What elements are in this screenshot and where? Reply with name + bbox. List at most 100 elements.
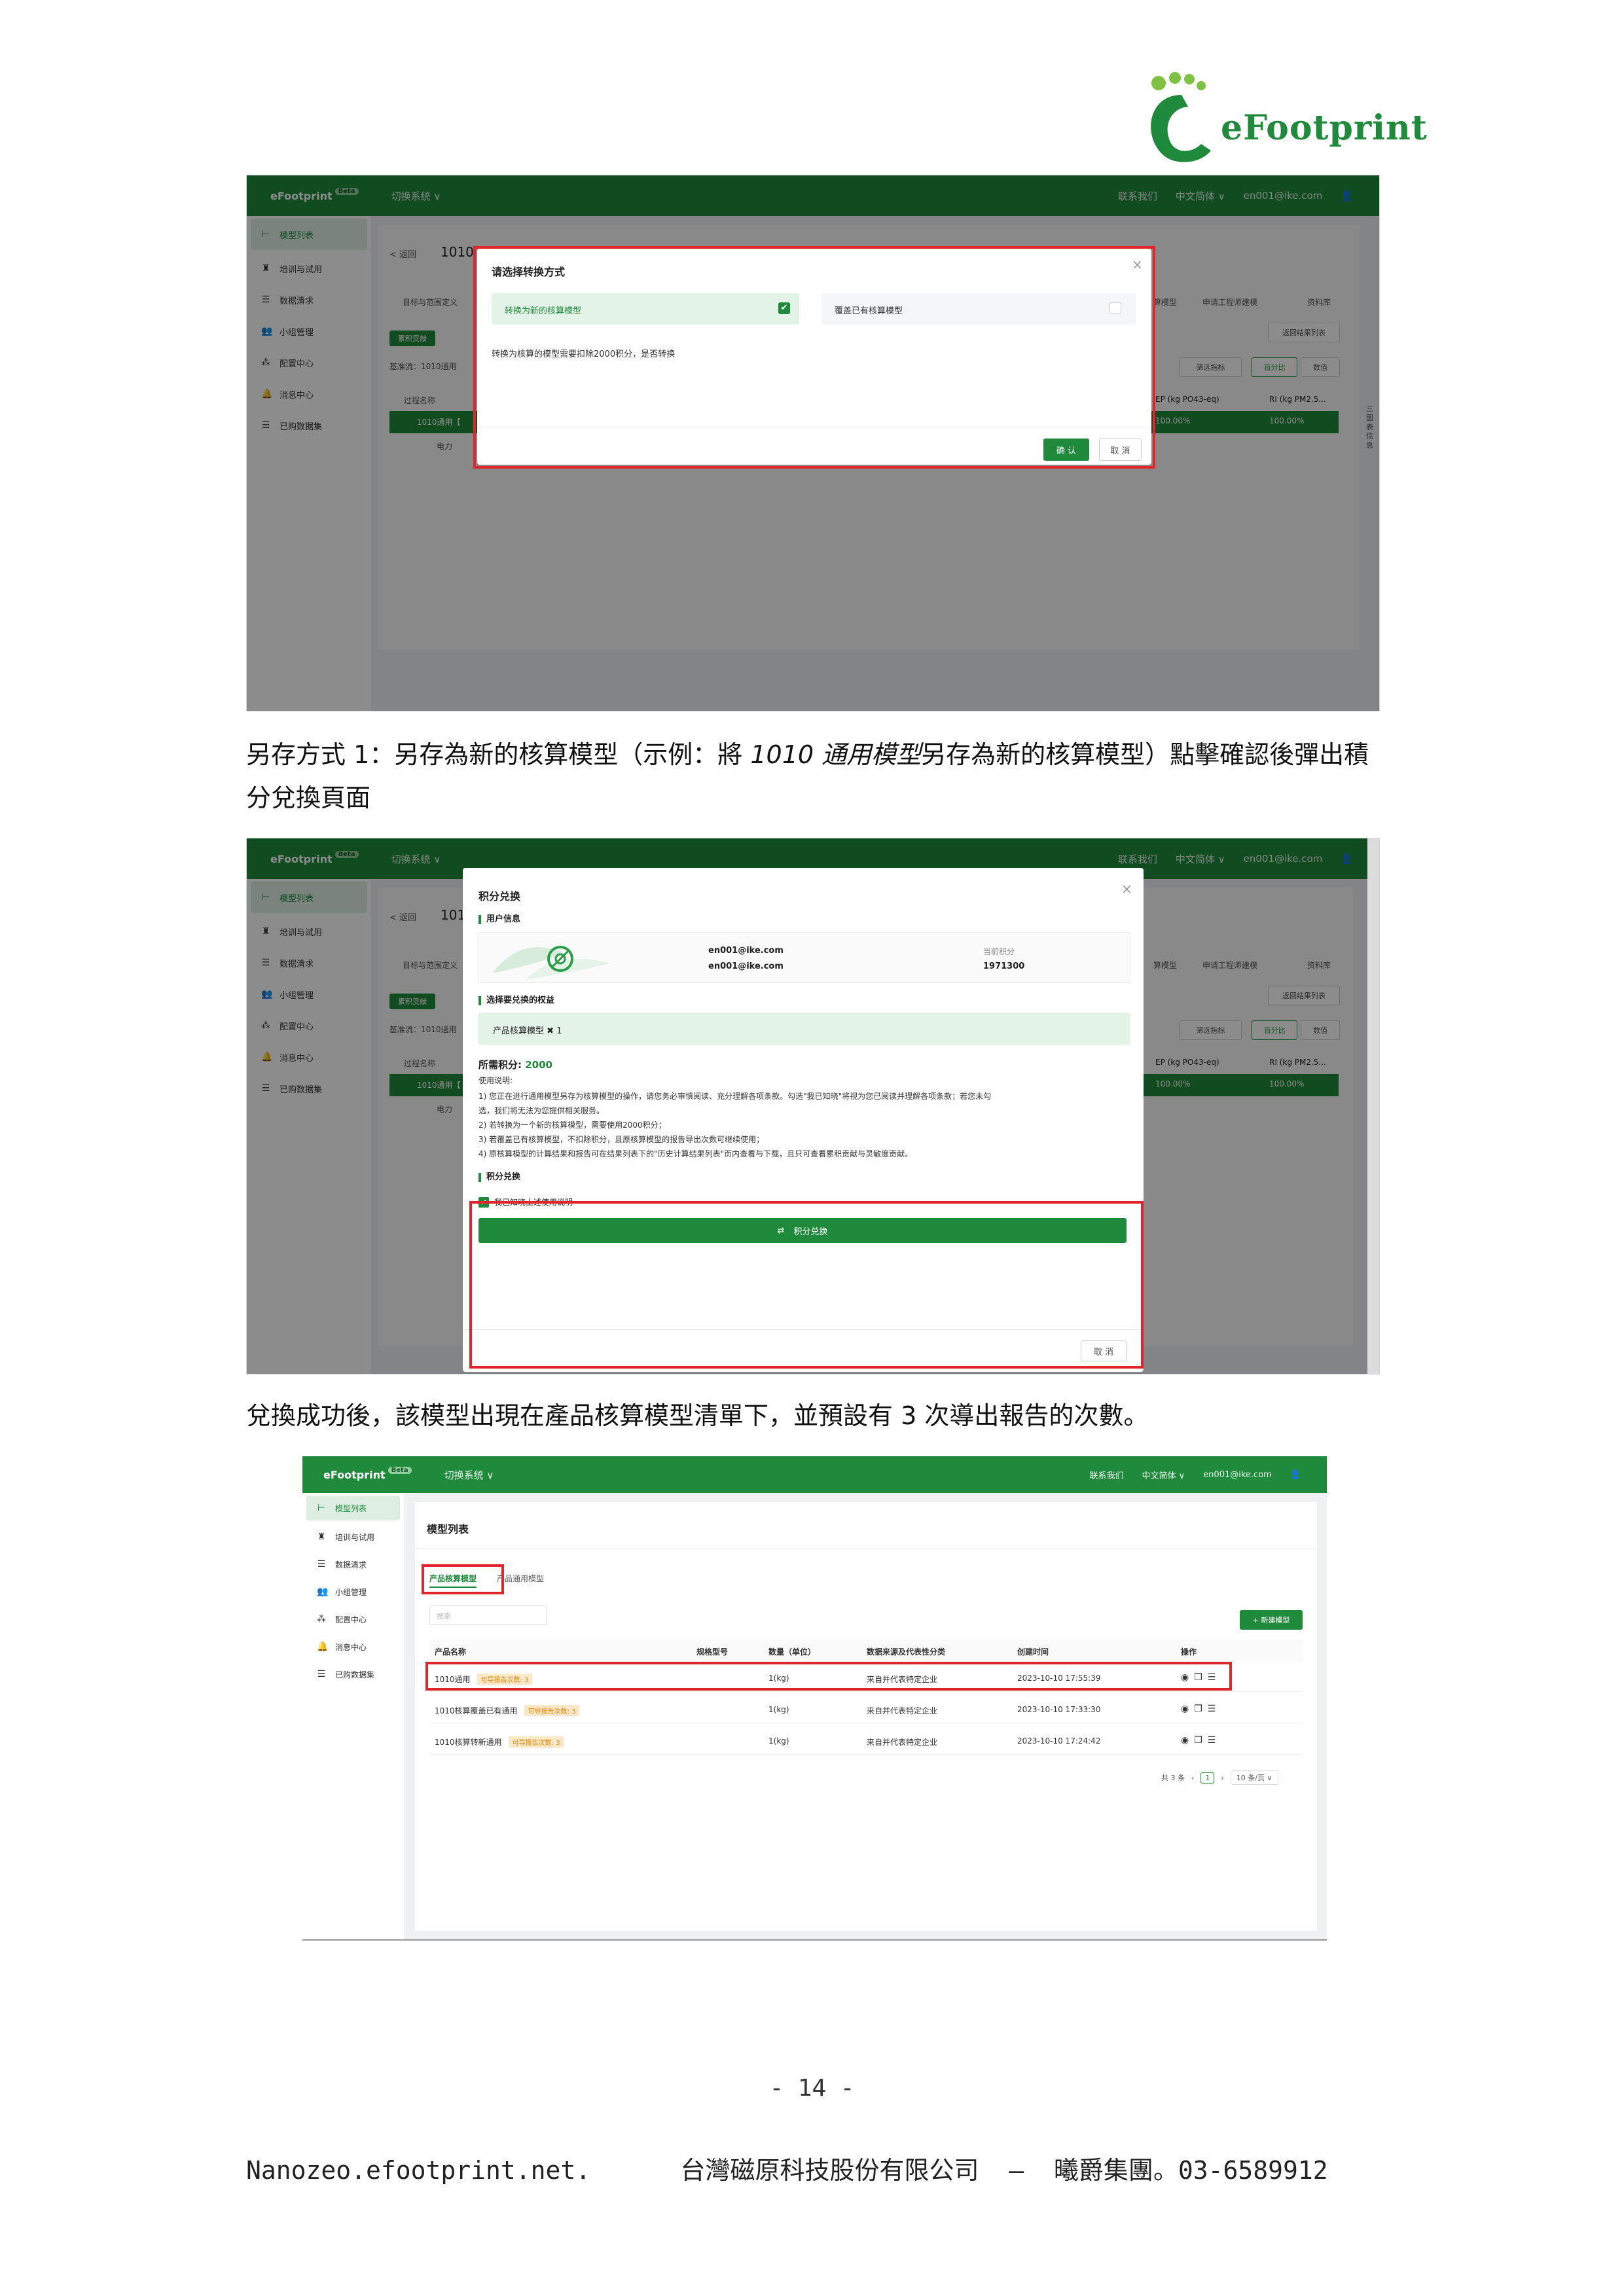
- users-icon: 👥: [317, 1587, 329, 1597]
- caption-italic: 1010 通用模型: [750, 740, 922, 769]
- app-logo: eFootprint Beta: [323, 1466, 412, 1481]
- menu-icon[interactable]: ☰: [1208, 1704, 1221, 1714]
- page-title: 模型列表: [427, 1523, 469, 1535]
- row-time: 2023-10-10 17:33:30: [1017, 1705, 1101, 1714]
- new-model-button[interactable]: + 新建模型: [1240, 1610, 1303, 1630]
- user-email[interactable]: en001@ike.com: [1203, 1470, 1272, 1480]
- sidebar-label: 消息中心: [335, 1642, 367, 1652]
- page-size-select[interactable]: 10 条/页 ∨: [1230, 1770, 1278, 1785]
- app-logo-text: eFootprint: [323, 1468, 386, 1481]
- next-page-icon[interactable]: ›: [1221, 1774, 1223, 1782]
- row-actions: ◉❐☰: [1181, 1735, 1221, 1746]
- view-icon[interactable]: ◉: [1181, 1704, 1194, 1714]
- screenshot-model-list: eFootprint Beta 切换系统 ∨ 联系我们 中文简体 ∨ en001@…: [302, 1456, 1327, 1941]
- search-input[interactable]: 搜索: [429, 1605, 547, 1625]
- usage-line: 选，我们将无法为您提供相关服务。: [478, 1106, 605, 1115]
- right-option-label: 产品核算模型 ✖ 1: [493, 1026, 562, 1036]
- row-source: 来自并代表特定企业: [867, 1706, 938, 1715]
- caption-save-method-1: 另存方式 1：另存為新的核算模型（示例：將 1010 通用模型另存為新的核算模型…: [246, 733, 1385, 819]
- row-name: 1010核算覆盖已有通用: [435, 1706, 518, 1715]
- highlight-box: [422, 1564, 504, 1594]
- points-coin-icon: [547, 946, 573, 972]
- copy-icon[interactable]: ❐: [1194, 1704, 1208, 1714]
- user-info-card: en001@ike.com en001@ike.com 当前积分 1971300: [478, 932, 1130, 983]
- current-points-label: 当前积分: [983, 947, 1015, 956]
- current-points-value: 1971300: [983, 961, 1025, 971]
- highlight-box: [469, 1201, 1144, 1369]
- usage-line: 3) 若覆盖已有核算模型，不扣除积分，且原核算模型的报告导出次数可继续使用；: [478, 1135, 765, 1144]
- table-row[interactable]: 1010核算覆盖已有通用 可导报告次数: 3 1(kg) 来自并代表特定企业 20…: [429, 1697, 1303, 1723]
- sidebar-label: 模型列表: [335, 1503, 367, 1513]
- usage-line: 2) 若转换为一个新的核算模型，需要使用2000积分；: [478, 1121, 666, 1130]
- efootprint-logo: eFootprint: [1136, 62, 1427, 167]
- highlight-box: [425, 1662, 1232, 1691]
- export-count-badge: 可导报告次数: 3: [524, 1705, 580, 1716]
- table-row[interactable]: 1010核算转新通用 可导报告次数: 3 1(kg) 来自并代表特定企业 2023…: [429, 1729, 1303, 1755]
- page-footer: Nanozeo.efootprint.net. 台灣磁原科技股份有限公司 – 曦…: [246, 2156, 1328, 2185]
- col-spec: 规格型号: [696, 1647, 729, 1657]
- sidebar-item-datasets[interactable]: ☰ 已购数据集: [302, 1660, 404, 1688]
- prev-page-icon[interactable]: ‹: [1191, 1774, 1194, 1782]
- col-data-source: 数据来源及代表性分类: [867, 1647, 946, 1657]
- col-product-name: 产品名称: [435, 1647, 467, 1657]
- sidebar-label: 培训与试用: [335, 1532, 375, 1542]
- copy-icon[interactable]: ❐: [1194, 1735, 1208, 1746]
- bell-icon: 🔔: [317, 1641, 329, 1652]
- sidebar-item-group[interactable]: 👥 小组管理: [302, 1578, 404, 1605]
- section-user-info: 用户信息: [478, 915, 520, 924]
- page-number: - 14 -: [769, 2075, 855, 2102]
- bottom-rule: [302, 1939, 1327, 1941]
- row-name: 1010核算转新通用: [435, 1738, 502, 1747]
- trophy-icon: ♜: [317, 1532, 326, 1542]
- required-points-value: 2000: [525, 1059, 552, 1071]
- user-email-1: en001@ike.com: [708, 946, 784, 956]
- dialog-title: 积分兑换: [478, 890, 521, 903]
- language-select[interactable]: 中文简体 ∨: [1142, 1469, 1185, 1481]
- row-qty: 1(kg): [768, 1705, 789, 1714]
- brand-name: eFootprint: [1221, 108, 1428, 148]
- close-icon[interactable]: ×: [1121, 881, 1132, 897]
- sidebar-item-config[interactable]: ⁂ 配置中心: [302, 1605, 404, 1633]
- section-rights: 选择要兑换的权益: [478, 996, 554, 1005]
- contact-link[interactable]: 联系我们: [1090, 1469, 1124, 1481]
- col-quantity: 数量（单位）: [768, 1647, 816, 1657]
- user-email-2: en001@ike.com: [708, 961, 784, 971]
- required-points: 所需积分: 2000: [478, 1058, 552, 1071]
- usage-instructions: 1) 您正在进行通用模型另存为核算模型的操作，请您务必审慎阅读、充分理解各项条款…: [478, 1089, 1133, 1161]
- view-icon[interactable]: ◉: [1181, 1735, 1194, 1746]
- scrollbar[interactable]: [1367, 838, 1379, 1374]
- row-time: 2023-10-10 17:24:42: [1017, 1736, 1101, 1746]
- nodes-icon: ⁂: [317, 1614, 326, 1624]
- row-qty: 1(kg): [768, 1736, 789, 1746]
- row-actions: ◉❐☰: [1181, 1704, 1221, 1714]
- sidebar-label: 配置中心: [335, 1615, 367, 1624]
- screenshot-convert-method: eFootprint Beta 切换系统 ∨ 联系我们 中文简体 ∨ en001@…: [246, 175, 1380, 711]
- divider: [415, 1548, 1317, 1549]
- menu-icon[interactable]: ☰: [1208, 1735, 1221, 1746]
- tree-icon: ⊢: [317, 1503, 326, 1513]
- current-page[interactable]: 1: [1200, 1772, 1215, 1784]
- usage-line: 1) 您正在进行通用模型另存为核算模型的操作，请您务必审慎阅读、充分理解各项条款…: [478, 1092, 992, 1101]
- sidebar-item-models[interactable]: ⊢ 模型列表: [306, 1496, 400, 1520]
- model-list-panel: 模型列表 产品核算模型 产品通用模型 搜索 + 新建模型 产品名称 规格型号 数…: [415, 1502, 1317, 1931]
- usage-line: 4) 原核算模型的计算结果和报告可在结果列表下的"历史计算结果列表"页内查看与下…: [478, 1149, 913, 1158]
- footprint-logo-icon: [1151, 72, 1211, 162]
- system-switch[interactable]: 切换系统 ∨: [444, 1468, 494, 1482]
- sidebar-item-training[interactable]: ♜ 培训与试用: [302, 1523, 404, 1551]
- export-count-badge: 可导报告次数: 3: [508, 1736, 564, 1748]
- sidebar-label: 小组管理: [335, 1587, 367, 1597]
- beta-badge: Beta: [388, 1466, 412, 1474]
- list-icon: ☰: [317, 1669, 326, 1679]
- caption-text: 另存方式 1：另存為新的核算模型（示例：將: [246, 740, 751, 769]
- section-exchange: 积分兑换: [478, 1173, 520, 1182]
- top-navbar: eFootprint Beta 切换系统 ∨ 联系我们 中文简体 ∨ en001@…: [302, 1456, 1327, 1493]
- user-icon[interactable]: 👤: [1290, 1470, 1301, 1480]
- sidebar-label: 已购数据集: [335, 1670, 375, 1679]
- right-option[interactable]: 产品核算模型 ✖ 1: [478, 1013, 1130, 1045]
- sidebar-item-messages[interactable]: 🔔 消息中心: [302, 1633, 404, 1660]
- row-source: 来自并代表特定企业: [867, 1738, 938, 1747]
- sidebar-item-data[interactable]: ☰ 数据清求: [302, 1551, 404, 1578]
- usage-title: 使用说明:: [478, 1076, 513, 1085]
- highlight-box: [473, 246, 1155, 469]
- total-count: 共 3 条: [1161, 1774, 1185, 1782]
